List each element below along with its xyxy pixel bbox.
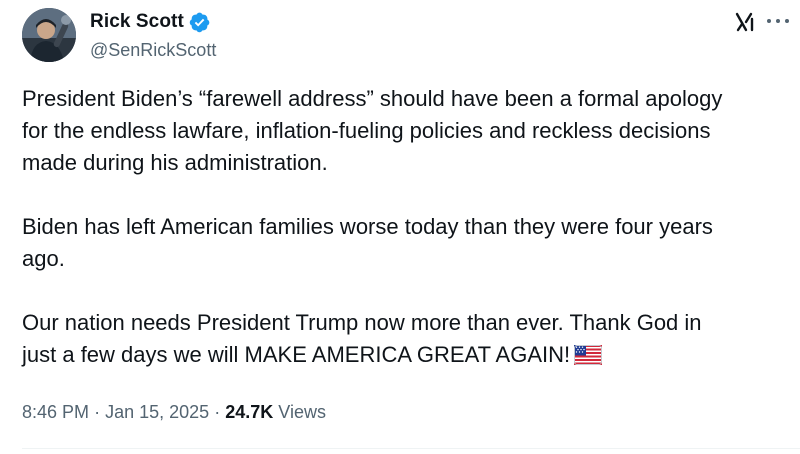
meta-separator: · <box>94 402 101 422</box>
display-name[interactable]: Rick Scott <box>90 11 184 33</box>
tweet-text: President Biden’s “farewell address” sho… <box>22 83 792 371</box>
tweet-time: 8:46 PM <box>22 402 90 422</box>
display-name-row: Rick Scott <box>90 11 210 33</box>
verified-badge-icon[interactable] <box>189 12 210 33</box>
x-logo-icon <box>735 12 754 32</box>
tweet-meta: 8:46 PM · Jan 15, 2025 · 24.7K Views <box>22 402 326 423</box>
us-flag-icon <box>574 345 603 365</box>
avatar-photo-icon <box>22 8 76 62</box>
tweet-timestamp[interactable]: 8:46 PM · Jan 15, 2025 <box>22 402 209 422</box>
more-options-icon[interactable] <box>765 16 791 26</box>
avatar[interactable] <box>22 8 76 62</box>
views-link[interactable]: 24.7K Views <box>225 402 326 422</box>
tweet-paragraph-2: Biden has left American families worse t… <box>22 214 713 271</box>
views-label: Views <box>278 402 326 422</box>
meta-separator: · <box>214 402 221 422</box>
tweet-card: Rick Scott @SenRickScott President Biden… <box>0 0 800 454</box>
tweet-paragraph-1: President Biden’s “farewell address” sho… <box>22 86 723 175</box>
divider <box>22 448 800 449</box>
views-count: 24.7K <box>225 402 274 422</box>
tweet-date: Jan 15, 2025 <box>105 402 210 422</box>
author-handle[interactable]: @SenRickScott <box>90 40 216 61</box>
tweet-paragraph-3: Our nation needs President Trump now mor… <box>22 307 792 371</box>
